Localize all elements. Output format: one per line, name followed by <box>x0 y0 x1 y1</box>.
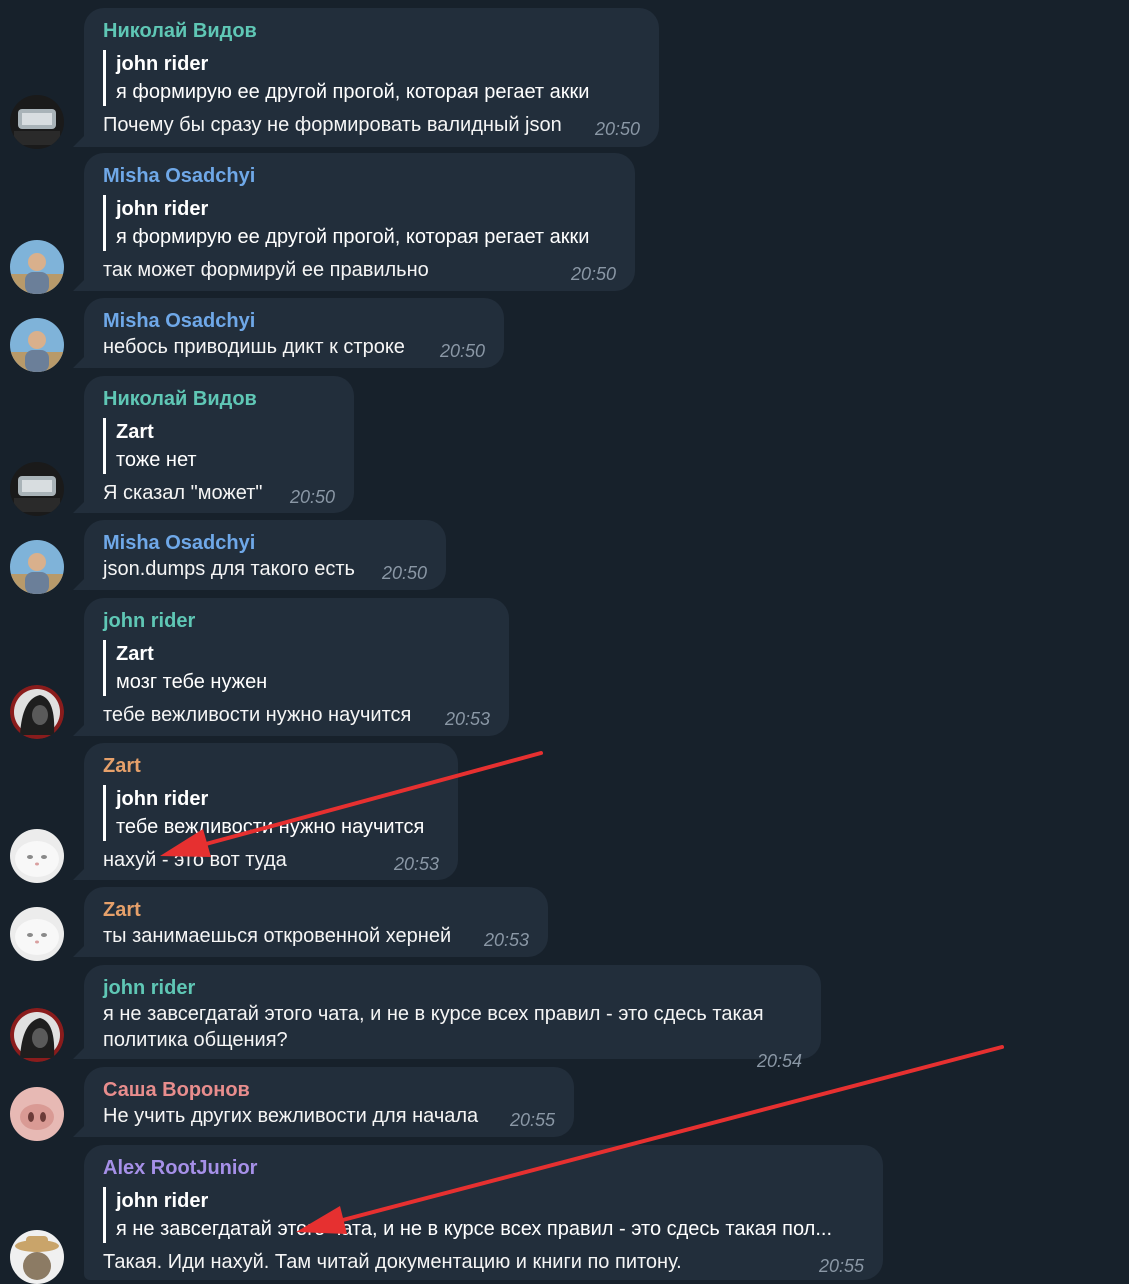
bubble-tail <box>73 941 89 957</box>
person-photo-icon <box>10 240 64 294</box>
avatar-sasha[interactable] <box>10 1087 64 1141</box>
message-text: Я сказал "может" <box>103 482 263 504</box>
reply-author: Zart <box>116 643 154 665</box>
message-text: json.dumps для такого есть <box>103 558 355 580</box>
avatar-misha[interactable] <box>10 540 64 594</box>
message-time: 20:50 <box>594 119 640 139</box>
avatar-john[interactable] <box>10 1008 64 1062</box>
car-interior-icon <box>10 95 64 149</box>
reply-author: john rider <box>116 53 209 75</box>
message-bubble[interactable]: Николай Видов Zart тоже нет Я сказал "мо… <box>84 376 354 513</box>
bubble-tail <box>73 864 89 880</box>
message-text: тебе вежливости нужно научится <box>103 704 412 726</box>
reply-author: john rider <box>116 198 209 220</box>
message-time: 20:50 <box>381 563 427 583</box>
message-bubble[interactable]: john rider я не завсегдатай этого чата, … <box>84 965 821 1071</box>
message-time: 20:53 <box>483 930 529 950</box>
reply-author: john rider <box>116 788 209 810</box>
message-bubble[interactable]: Zart ты занимаешься откровенной херней 20… <box>84 887 548 957</box>
pig-snout-icon <box>10 1087 64 1141</box>
sender-name[interactable]: Misha Osadchyi <box>103 163 616 189</box>
car-interior-icon <box>10 462 64 516</box>
sender-name[interactable]: Misha Osadchyi <box>103 530 427 556</box>
message-bubble[interactable]: Alex RootJunior john rider я не завсегда… <box>84 1145 883 1280</box>
sender-name[interactable]: Zart <box>103 753 439 779</box>
person-photo-icon <box>10 318 64 372</box>
message-time: 20:53 <box>393 854 439 874</box>
avatar-john[interactable] <box>10 685 64 739</box>
person-photo-icon <box>10 540 64 594</box>
message-time: 20:50 <box>439 341 485 361</box>
sender-name[interactable]: john rider <box>103 608 490 634</box>
reply-quote[interactable]: Zart мозг тебе нужен <box>103 640 490 696</box>
reply-quote[interactable]: john rider я формирую ее другой прогой, … <box>103 50 640 106</box>
sender-name[interactable]: Саша Воронов <box>103 1077 555 1103</box>
white-cat-icon <box>10 829 64 883</box>
reply-text: тебе вежливости нужно научится <box>116 816 425 838</box>
message-time: 20:50 <box>570 264 616 284</box>
message-text: нахуй - это вот туда <box>103 849 287 871</box>
reply-quote[interactable]: john rider тебе вежливости нужно научитс… <box>103 785 439 841</box>
sender-name[interactable]: Alex RootJunior <box>103 1155 864 1181</box>
reply-quote[interactable]: Zart тоже нет <box>103 418 335 474</box>
sender-name[interactable]: Zart <box>103 897 529 923</box>
message-bubble[interactable]: Misha Osadchyi небось приводишь дикт к с… <box>84 298 504 368</box>
message-text: ты занимаешься откровенной херней <box>103 925 452 947</box>
bubble-tail <box>73 720 89 736</box>
avatar-nikolai[interactable] <box>10 95 64 149</box>
sender-name[interactable]: Николай Видов <box>103 386 335 412</box>
message-time: 20:50 <box>289 487 335 507</box>
white-cat-icon <box>10 907 64 961</box>
bubble-tail <box>73 1121 89 1137</box>
reply-text: мозг тебе нужен <box>116 671 268 693</box>
message-bubble[interactable]: Николай Видов john rider я формирую ее д… <box>84 8 659 147</box>
reply-quote[interactable]: john rider я формирую ее другой прогой, … <box>103 195 616 251</box>
message-time: 20:55 <box>509 1110 555 1130</box>
reply-text: я не завсегдатай этого чата, и не в курс… <box>116 1218 833 1240</box>
avatar-nikolai[interactable] <box>10 462 64 516</box>
bubble-tail <box>73 574 89 590</box>
avatar-misha[interactable] <box>10 318 64 372</box>
reply-author: john rider <box>116 1190 209 1212</box>
message-text: Не учить других вежливости для начала <box>103 1105 479 1127</box>
message-time: 20:55 <box>818 1256 864 1276</box>
avatar-alex[interactable] <box>10 1230 64 1284</box>
reply-quote[interactable]: john rider я не завсегдатай этого чата, … <box>103 1187 864 1243</box>
chat-history: Николай Видов john rider я формирую ее д… <box>0 0 1129 1284</box>
message-bubble[interactable]: Misha Osadchyi john rider я формирую ее … <box>84 153 635 291</box>
cat-with-hat-icon <box>10 1230 64 1284</box>
sender-name[interactable]: john rider <box>103 975 802 1001</box>
avatar-zart[interactable] <box>10 907 64 961</box>
message-bubble[interactable]: Саша Воронов Не учить других вежливости … <box>84 1067 574 1137</box>
hooded-figure-icon <box>10 1008 64 1062</box>
message-text: небось приводишь дикт к строке <box>103 336 405 358</box>
message-bubble[interactable]: john rider Zart мозг тебе нужен тебе веж… <box>84 598 509 736</box>
reply-text: я формирую ее другой прогой, которая рег… <box>116 81 590 103</box>
sender-name[interactable]: Misha Osadchyi <box>103 308 485 334</box>
reply-text: тоже нет <box>116 449 197 471</box>
message-time: 20:53 <box>444 709 490 729</box>
message-text: Почему бы сразу не формировать валидный … <box>103 114 562 136</box>
reply-author: Zart <box>116 421 154 443</box>
reply-text: я формирую ее другой прогой, которая рег… <box>116 226 590 248</box>
sender-name[interactable]: Николай Видов <box>103 18 640 44</box>
hooded-figure-icon <box>10 685 64 739</box>
message-text: я не завсегдатай этого чата, и не в курс… <box>103 1003 764 1051</box>
avatar-misha[interactable] <box>10 240 64 294</box>
message-bubble[interactable]: Misha Osadchyi json.dumps для такого ест… <box>84 520 446 590</box>
bubble-tail <box>73 1043 89 1059</box>
avatar-zart[interactable] <box>10 829 64 883</box>
message-text: так может формируй ее правильно <box>103 259 429 281</box>
message-text: Такая. Иди нахуй. Там читай документацию… <box>103 1251 682 1273</box>
message-bubble[interactable]: Zart john rider тебе вежливости нужно на… <box>84 743 458 880</box>
